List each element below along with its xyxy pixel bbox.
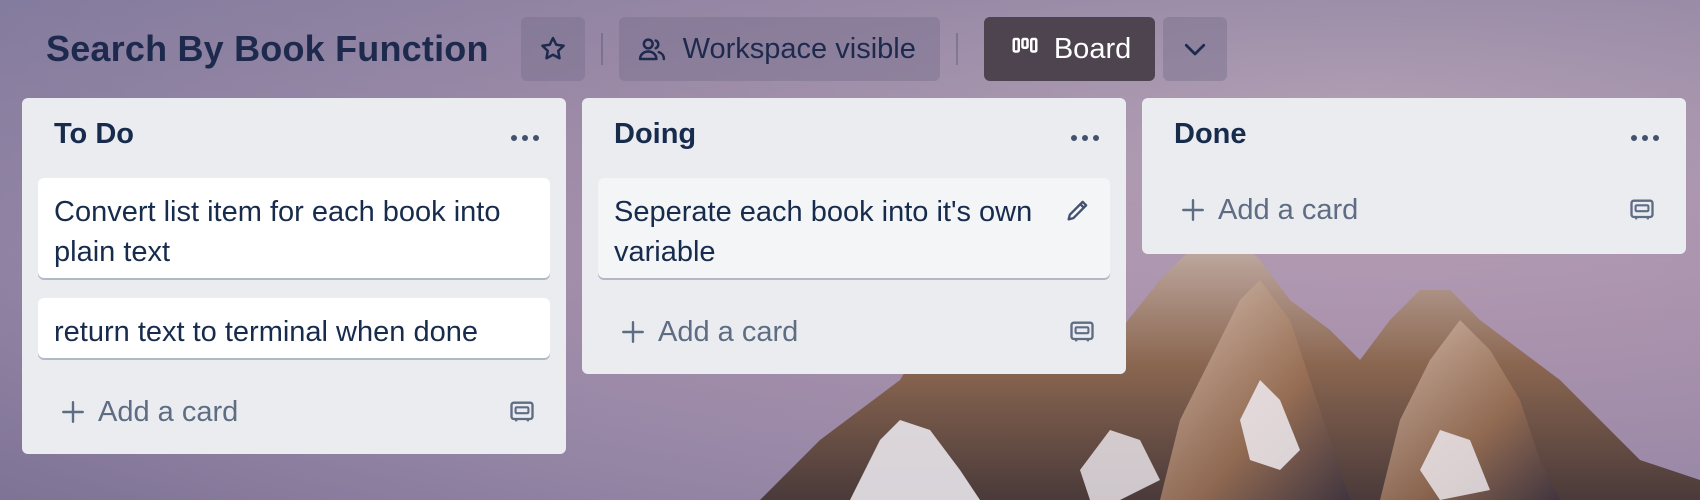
card[interactable]: Seperate each book into it's own variabl… [598, 178, 1110, 278]
plus-icon [62, 401, 84, 423]
workspace-visibility-label: Workspace visible [682, 32, 916, 65]
list-done: Done Add a card [1142, 98, 1686, 254]
pencil-icon[interactable] [1064, 196, 1092, 224]
view-switcher-dropdown[interactable] [1163, 17, 1228, 81]
list-title[interactable]: Done [1142, 98, 1686, 178]
plus-icon [1182, 199, 1204, 221]
ellipsis-icon[interactable] [1630, 134, 1660, 142]
list-doing: Doing Seperate each book into it's own v… [582, 98, 1126, 374]
board-header: Search By Book Function Workspace visibl… [0, 0, 1700, 98]
plus-icon [622, 321, 644, 343]
card-title: Seperate each book into it's own variabl… [614, 196, 1033, 268]
add-card-label: Add a card [1218, 193, 1359, 226]
board-view-button[interactable]: Board [983, 17, 1156, 81]
card-template-icon[interactable] [1628, 196, 1656, 224]
add-card-label: Add a card [658, 315, 799, 348]
add-card-label: Add a card [98, 395, 239, 428]
people-icon [638, 38, 665, 61]
header-divider [955, 33, 958, 65]
workspace-visibility-button[interactable]: Workspace visible [618, 17, 940, 81]
card-template-icon[interactable] [1068, 318, 1096, 346]
card-title: return text to terminal when done [54, 316, 478, 348]
ellipsis-icon[interactable] [1070, 134, 1100, 142]
card-title: Convert list item for each book into pla… [54, 196, 501, 268]
star-icon [540, 36, 565, 60]
header-divider [600, 33, 603, 65]
chevron-down-icon [1185, 43, 1206, 56]
card[interactable]: Convert list item for each book into pla… [38, 178, 550, 278]
board-view-icon [1012, 37, 1038, 53]
card[interactable]: return text to terminal when done [38, 298, 550, 358]
star-board-button[interactable] [520, 17, 585, 81]
list-to-do: To Do Convert list item for each book in… [22, 98, 566, 454]
board-title[interactable]: Search By Book Function [46, 28, 489, 70]
board-view-label: Board [1053, 32, 1132, 65]
add-card-button[interactable]: Add a card [60, 392, 238, 432]
ellipsis-icon[interactable] [510, 134, 540, 142]
add-card-button[interactable]: Add a card [1180, 190, 1358, 230]
list-title[interactable]: Doing [582, 98, 1126, 178]
list-title[interactable]: To Do [22, 98, 566, 178]
card-template-icon[interactable] [508, 398, 536, 426]
add-card-button[interactable]: Add a card [620, 312, 798, 352]
